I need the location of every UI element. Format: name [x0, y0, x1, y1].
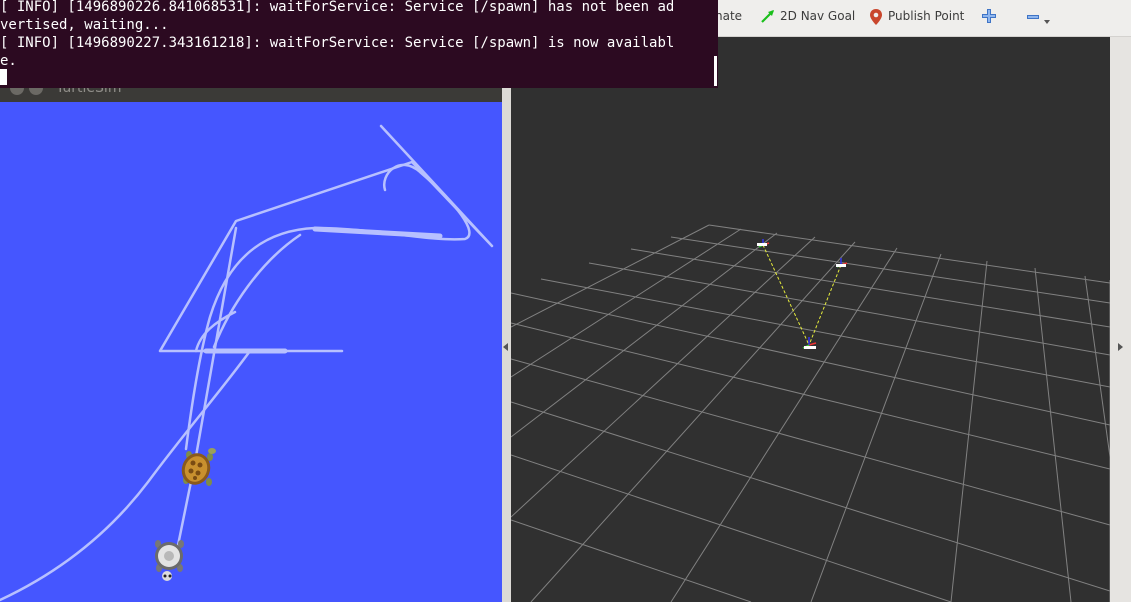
collapse-left-arrow-icon[interactable]: [502, 342, 510, 352]
rviz-toolbar: nate 2D Nav Goal Publish Point: [715, 0, 1131, 37]
terminal-line: e.: [0, 53, 17, 69]
right-side-panel: [1110, 37, 1131, 602]
toolbar-publish-point-button[interactable]: Publish Point: [888, 9, 964, 23]
turtle2-icon: [155, 540, 184, 581]
toolbar-2d-pose-estimate-button[interactable]: nate: [715, 9, 742, 23]
desktop: nate 2D Nav Goal Publish Point TurtleSim: [0, 0, 1131, 602]
terminal-line: [ INFO] [1496890227.343161218]: waitForS…: [0, 35, 675, 51]
turtlesim-canvas: [0, 102, 502, 602]
panel-splitter[interactable]: [502, 37, 511, 602]
turtle-trails: [0, 124, 494, 602]
terminal-window[interactable]: [ INFO] [1496890226.841068531]: waitForS…: [0, 0, 718, 88]
nav-goal-arrow-icon: [760, 8, 776, 28]
terminal-line: vertised, waiting...: [0, 17, 169, 33]
plus-move-icon[interactable]: [981, 8, 997, 28]
map-pin-icon: [869, 8, 883, 30]
rviz-3d-viewport[interactable]: [510, 37, 1111, 602]
turtle1-icon: [181, 448, 216, 486]
minus-dropdown-icon[interactable]: [1026, 12, 1050, 31]
turtlesim-window: TurtleSim: [0, 70, 502, 602]
grid-floor: [510, 224, 1111, 602]
terminal-cursor: [0, 69, 7, 85]
terminal-line: [ INFO] [1496890226.841068531]: waitForS…: [0, 0, 675, 15]
collapse-right-arrow-icon[interactable]: [1116, 342, 1124, 352]
toolbar-2d-nav-goal-button[interactable]: 2D Nav Goal: [780, 9, 855, 23]
terminal-scrollbar[interactable]: [714, 56, 717, 86]
